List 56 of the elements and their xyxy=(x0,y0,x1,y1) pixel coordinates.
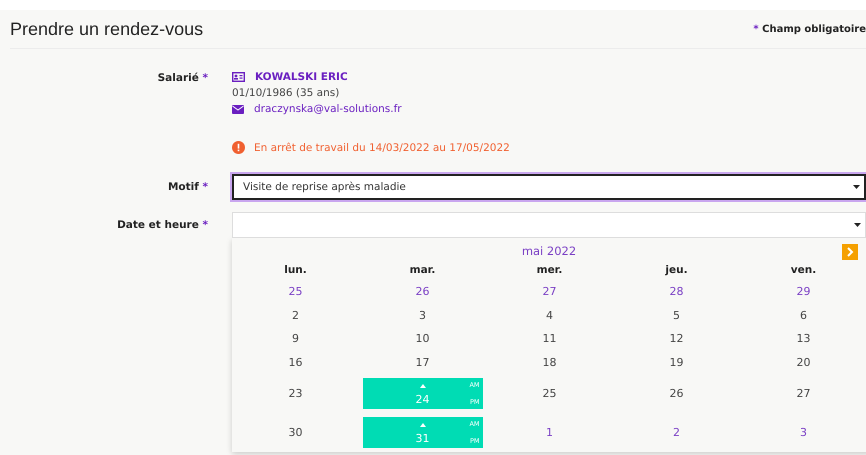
motif-select[interactable]: Visite de reprise après maladie xyxy=(232,174,866,200)
field-label: Salarié * xyxy=(156,71,209,86)
field-label: Motif * xyxy=(166,181,209,193)
day-number[interactable]: 18 xyxy=(542,356,556,369)
day-number: 31 xyxy=(416,432,430,445)
day-number[interactable]: 5 xyxy=(673,308,680,322)
caret-up-icon xyxy=(420,423,426,427)
day-number: 24 xyxy=(416,393,430,406)
day-number[interactable]: 30 xyxy=(288,426,302,439)
field-label: Date et heure * xyxy=(116,219,209,231)
day-number[interactable]: 13 xyxy=(796,332,810,346)
day-number[interactable]: 27 xyxy=(542,285,556,298)
email-link[interactable]: draczynska@val-solutions.fr xyxy=(254,103,402,115)
day-number[interactable]: 17 xyxy=(416,356,430,369)
birth-date: 01/10/1986 (35 ans) xyxy=(232,87,340,99)
month-title: mai 2022 xyxy=(522,244,576,258)
day-number[interactable]: 26 xyxy=(416,285,430,298)
weekday-label: mer. xyxy=(536,263,564,278)
day-number[interactable]: 2 xyxy=(292,308,299,322)
day-number[interactable]: 29 xyxy=(796,285,810,298)
day-number[interactable]: 12 xyxy=(670,332,684,346)
required-note: * Champ obligatoire xyxy=(753,24,866,34)
day-number[interactable]: 6 xyxy=(800,308,807,322)
weekday-label: ven. xyxy=(790,263,818,278)
weekday-label: lun. xyxy=(283,263,308,278)
alert-message: En arrêt de travail du 14/03/2022 au 17/05/2022 xyxy=(254,142,510,154)
day-number[interactable]: 2 xyxy=(673,426,680,439)
dropdown-caret-icon xyxy=(853,185,860,189)
day-number[interactable]: 3 xyxy=(419,308,426,322)
day-number[interactable]: 28 xyxy=(670,285,684,298)
day-number[interactable]: 26 xyxy=(670,387,684,400)
day-number[interactable]: 25 xyxy=(542,387,556,400)
day-number[interactable]: 19 xyxy=(670,356,684,369)
day-number[interactable]: 3 xyxy=(800,426,807,439)
id-card-icon xyxy=(232,72,245,82)
day-number[interactable]: 11 xyxy=(542,332,556,346)
warning-icon xyxy=(232,141,245,154)
chevron-right-icon xyxy=(846,247,854,257)
date-time-select[interactable] xyxy=(232,212,866,238)
day-number[interactable]: 25 xyxy=(288,285,302,298)
day-number[interactable]: 23 xyxy=(288,387,302,400)
mail-icon xyxy=(232,104,244,114)
day-number[interactable]: 20 xyxy=(796,356,810,369)
dropdown-caret-icon xyxy=(854,223,861,227)
day-number[interactable]: 16 xyxy=(288,356,302,369)
day-number[interactable]: 10 xyxy=(416,332,430,346)
day-number[interactable]: 4 xyxy=(546,308,553,322)
weekday-label: jeu. xyxy=(664,263,689,278)
day-number[interactable]: 27 xyxy=(796,387,810,400)
weekday-label: mar. xyxy=(408,263,436,278)
day-number[interactable]: 9 xyxy=(292,332,299,346)
page-title: Prendre un rendez-vous xyxy=(10,18,204,40)
day-number[interactable]: 1 xyxy=(546,426,553,439)
employee-name[interactable]: KOWALSKI ERIC xyxy=(255,71,348,83)
next-month-button[interactable] xyxy=(842,244,858,260)
caret-up-icon xyxy=(420,384,426,388)
